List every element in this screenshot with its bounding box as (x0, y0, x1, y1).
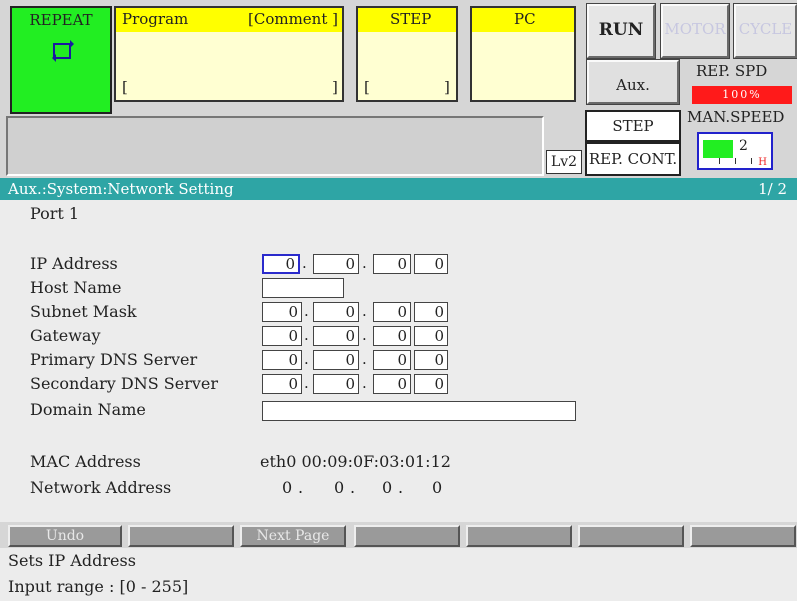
ip-octet-2-field[interactable]: 0 (313, 254, 359, 274)
octet-separator: . (362, 254, 367, 272)
octet-separator: . (304, 302, 309, 320)
network-address-octet-1: 0 (282, 478, 293, 497)
network-address-octet-3: 0 (382, 478, 393, 497)
manual-speed-value: 2 (739, 138, 748, 154)
speed-tick (719, 158, 720, 164)
dns1-octet-2-field[interactable]: 0 (313, 350, 359, 370)
mac-address-value: eth0 00:09:0F:03:01:12 (260, 452, 451, 471)
function-key-6[interactable] (578, 525, 684, 547)
function-key-7[interactable] (690, 525, 796, 547)
step-continuous-button[interactable]: STEP CONT. (585, 110, 681, 163)
step-box: STEP [ ] (356, 6, 458, 102)
octet-separator: . (302, 254, 307, 272)
gateway-octet-4-field[interactable]: 0 (414, 326, 448, 346)
help-text: Sets IP Address (8, 551, 136, 570)
aux-button[interactable]: Aux. (587, 60, 679, 104)
octet-separator: . (304, 374, 309, 392)
network-address-octet-4: 0 (432, 478, 443, 497)
network-address-label: Network Address (30, 478, 172, 497)
domain-name-label: Domain Name (30, 400, 146, 419)
motor-button[interactable]: MOTOR (661, 4, 729, 58)
domain-name-field[interactable] (262, 401, 576, 421)
dns2-octet-2-field[interactable]: 0 (313, 374, 359, 394)
host-name-label: Host Name (30, 278, 122, 297)
repeat-icon (52, 40, 74, 62)
comment-label: [Comment ] (248, 10, 338, 28)
step-bracket-left: [ (364, 78, 370, 96)
program-bracket-left: [ (122, 78, 128, 96)
program-bracket-right: ] (332, 78, 338, 96)
network-settings-panel: Port 1 IP Address 0 . 0 . 0 . 0 Host Nam… (0, 200, 797, 522)
page-indicator: 1/ 2 (758, 180, 787, 198)
function-key-2[interactable] (128, 525, 234, 547)
speed-tick (751, 158, 752, 164)
undo-button[interactable]: Undo (8, 525, 122, 547)
help-area: Sets IP Address Input range : [0 - 255] (0, 548, 797, 601)
dns2-octet-1-field[interactable]: 0 (262, 374, 302, 394)
repeat-mode-box: REPEAT (10, 6, 112, 114)
octet-separator: . (362, 326, 367, 344)
next-page-button[interactable]: Next Page (240, 525, 346, 547)
gateway-label: Gateway (30, 326, 101, 345)
program-label: Program (122, 10, 189, 28)
gateway-octet-2-field[interactable]: 0 (313, 326, 359, 346)
cycle-button[interactable]: CYCLE (734, 4, 797, 58)
repeat-mode-label: REPEAT (29, 11, 93, 29)
manual-speed-high-marker: H (758, 157, 767, 168)
gateway-octet-1-field[interactable]: 0 (262, 326, 302, 346)
octet-separator: . (362, 302, 367, 320)
manual-speed-fill (703, 140, 733, 158)
network-address-octet-2: 0 (334, 478, 345, 497)
port-label: Port 1 (30, 204, 80, 223)
subnet-octet-2-field[interactable]: 0 (313, 302, 359, 322)
mac-address-label: MAC Address (30, 452, 141, 471)
message-bar (6, 116, 544, 176)
pc-label: PC (514, 10, 536, 28)
dns2-octet-3-field[interactable]: 0 (373, 374, 411, 394)
octet-separator: . (304, 326, 309, 344)
rep-speed-value: 100% (692, 86, 792, 104)
gateway-octet-3-field[interactable]: 0 (373, 326, 411, 346)
dns2-octet-4-field[interactable]: 0 (414, 374, 448, 394)
speed-tick (735, 158, 736, 164)
octet-separator: . (298, 478, 304, 497)
ip-octet-4-field[interactable]: 0 (414, 254, 448, 274)
octet-separator: . (350, 478, 356, 497)
subnet-octet-1-field[interactable]: 0 (262, 302, 302, 322)
step-label: STEP (390, 10, 432, 28)
repeat-continuous-button[interactable]: REP. CONT. (585, 142, 681, 176)
ip-octet-3-field[interactable]: 0 (373, 254, 411, 274)
primary-dns-label: Primary DNS Server (30, 350, 198, 369)
program-box: Program [Comment ] [ ] (114, 6, 344, 102)
function-key-5[interactable] (466, 525, 572, 547)
screen-title-bar: Aux.:System:Network Setting 1/ 2 (0, 178, 797, 200)
step-bracket-right: ] (444, 78, 450, 96)
screen-title: Aux.:System:Network Setting (8, 180, 234, 198)
level-indicator: Lv2 (546, 150, 582, 174)
pc-box: PC (470, 6, 576, 102)
ip-octet-1-field[interactable]: 0 (262, 254, 300, 274)
ip-address-label: IP Address (30, 254, 118, 273)
subnet-octet-3-field[interactable]: 0 (373, 302, 411, 322)
host-name-field[interactable] (262, 278, 344, 298)
run-button[interactable]: RUN (587, 4, 655, 58)
manual-speed-gauge[interactable]: 2 H (697, 132, 773, 170)
rep-speed-label: REP. SPD (696, 62, 768, 80)
dns1-octet-3-field[interactable]: 0 (373, 350, 411, 370)
dns1-octet-1-field[interactable]: 0 (262, 350, 302, 370)
secondary-dns-label: Secondary DNS Server (30, 374, 218, 393)
octet-separator: . (398, 478, 404, 497)
input-range-text: Input range : [0 - 255] (8, 577, 189, 596)
octet-separator: . (362, 374, 367, 392)
function-key-4[interactable] (354, 525, 460, 547)
octet-separator: . (362, 350, 367, 368)
dns1-octet-4-field[interactable]: 0 (414, 350, 448, 370)
subnet-octet-4-field[interactable]: 0 (414, 302, 448, 322)
manual-speed-label: MAN.SPEED (687, 108, 785, 126)
subnet-mask-label: Subnet Mask (30, 302, 137, 321)
octet-separator: . (304, 350, 309, 368)
